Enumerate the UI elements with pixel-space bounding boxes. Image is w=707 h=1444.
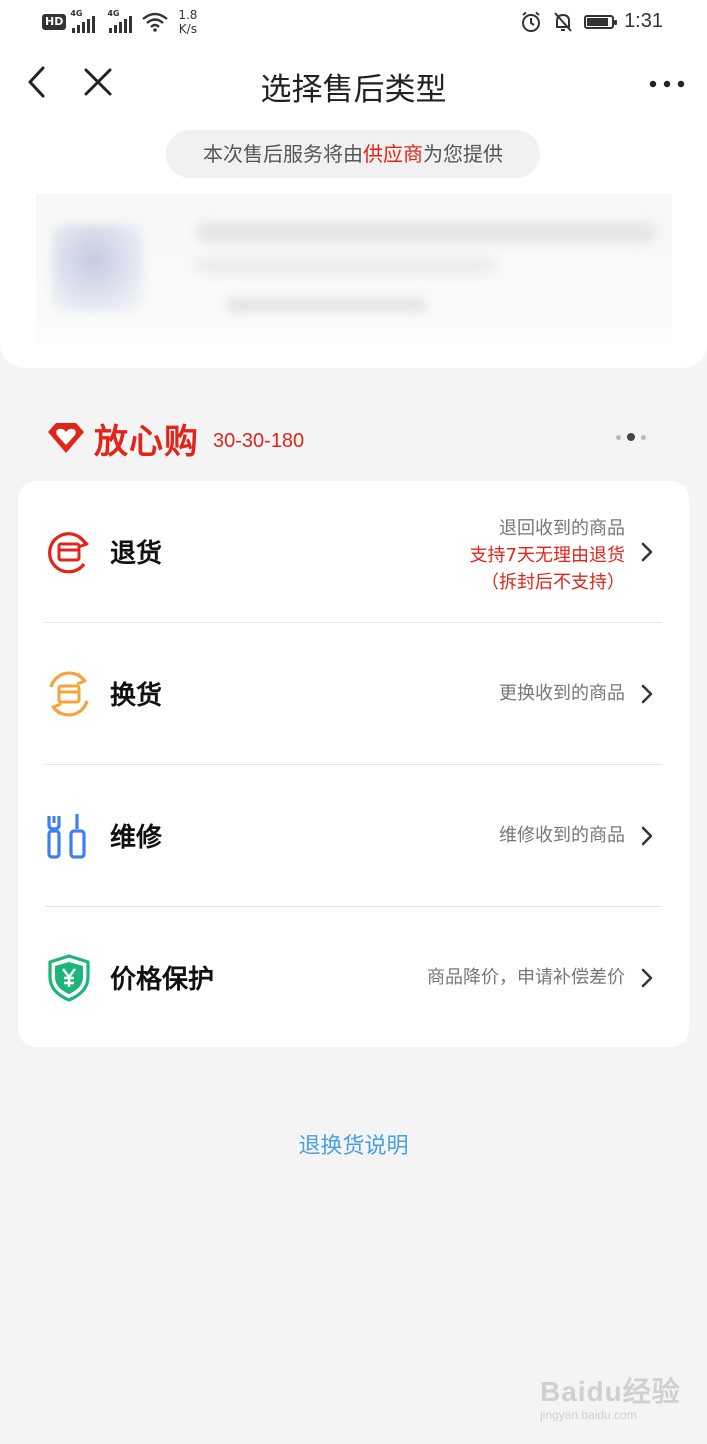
watermark-url: jingyan.baidu.com — [540, 1408, 637, 1422]
chevron-right-icon — [641, 684, 653, 704]
speed-unit: K/s — [178, 22, 197, 36]
status-right: 1:31 — [520, 10, 663, 33]
option-description: 更换收到的商品 — [499, 680, 625, 707]
diamond-heart-icon — [48, 423, 84, 453]
return-exchange-policy-link[interactable]: 退换货说明 — [0, 1128, 707, 1160]
option-label: 退货 — [110, 539, 163, 569]
watermark: Baidu经验 jingyan.baidu.com — [540, 1370, 681, 1422]
status-bar: HD 4G 4G 1.8 K/s 1:31 — [0, 0, 707, 44]
supplier-notice-prefix: 本次售后服务将由 — [203, 142, 363, 166]
price-shield-icon — [48, 954, 90, 1002]
product-thumbnail — [52, 224, 144, 312]
option-description: 商品降价，申请补偿差价 — [427, 964, 625, 991]
status-left: HD 4G 4G 1.8 K/s — [42, 8, 197, 36]
page-title: 选择售后类型 — [260, 72, 447, 108]
clock: 1:31 — [624, 10, 663, 32]
hd-badge: HD — [42, 14, 67, 30]
option-price-protection[interactable]: 价格保护 商品降价，申请补偿差价 — [18, 907, 689, 1049]
speed-value: 1.8 — [178, 8, 198, 22]
desc-line-highlight: （拆封后不支持） — [481, 572, 625, 593]
more-icon[interactable] — [647, 74, 687, 94]
option-label: 换货 — [110, 681, 163, 711]
network-type: 4G — [70, 9, 83, 18]
repair-tools-icon — [47, 814, 86, 859]
carousel-dots — [616, 433, 646, 441]
supplier-notice-suffix: 为您提供 — [423, 142, 503, 166]
assured-policy: 30-30-180 — [213, 429, 305, 452]
option-repair[interactable]: 维修 维修收到的商品 — [18, 765, 689, 907]
cell-signal-icon: 4G — [70, 9, 96, 33]
desc-line: 商品降价，申请补偿差价 — [427, 967, 625, 988]
battery-fill — [587, 17, 609, 26]
desc-line: 维修收到的商品 — [499, 825, 625, 846]
cell-signal-icon-2: 4G — [107, 9, 133, 33]
product-summary-blurred — [36, 194, 672, 344]
desc-line: 退回收到的商品 — [499, 518, 625, 539]
option-return[interactable]: 退货 退回收到的商品 支持7天无理由退货 （拆封后不支持） — [18, 481, 689, 623]
carousel-dot — [616, 434, 621, 440]
carousel-dot-active — [627, 433, 635, 441]
product-title-blur — [196, 222, 656, 244]
option-label: 维修 — [110, 823, 163, 853]
network-speed: 1.8 K/s — [178, 8, 197, 36]
supplier-notice: 本次售后服务将由供应商为您提供 — [166, 130, 540, 178]
product-spec-blur — [196, 256, 496, 274]
mute-bell-icon — [554, 11, 572, 32]
alarm-icon — [522, 11, 541, 32]
exchange-box-icon — [49, 671, 89, 717]
product-price-blur — [226, 298, 426, 312]
service-options-card: 退货 退回收到的商品 支持7天无理由退货 （拆封后不支持） 换货 更换收到的商品 — [18, 481, 689, 1047]
network-type-2: 4G — [107, 9, 120, 18]
chevron-right-icon — [641, 826, 653, 846]
chevron-right-icon — [641, 968, 653, 988]
option-description: 退回收到的商品 支持7天无理由退货 （拆封后不支持） — [470, 515, 625, 596]
desc-line: 更换收到的商品 — [499, 683, 625, 704]
option-description: 维修收到的商品 — [499, 822, 625, 849]
option-label: 价格保护 — [110, 965, 215, 995]
assured-brand: 放心购 — [94, 421, 199, 462]
watermark-brand: Baidu经验 — [540, 1376, 681, 1407]
assured-purchase-header: 放心购 30-30-180 — [46, 416, 305, 462]
wifi-icon — [142, 12, 169, 32]
option-exchange[interactable]: 换货 更换收到的商品 — [18, 623, 689, 765]
desc-line-highlight: 支持7天无理由退货 — [469, 545, 625, 566]
carousel-dot — [641, 434, 646, 440]
chevron-right-icon — [641, 542, 653, 562]
return-box-icon — [48, 532, 89, 574]
nav-bar: 选择售后类型 — [0, 44, 707, 122]
supplier-highlight: 供应商 — [363, 142, 423, 166]
battery-icon — [584, 14, 618, 29]
